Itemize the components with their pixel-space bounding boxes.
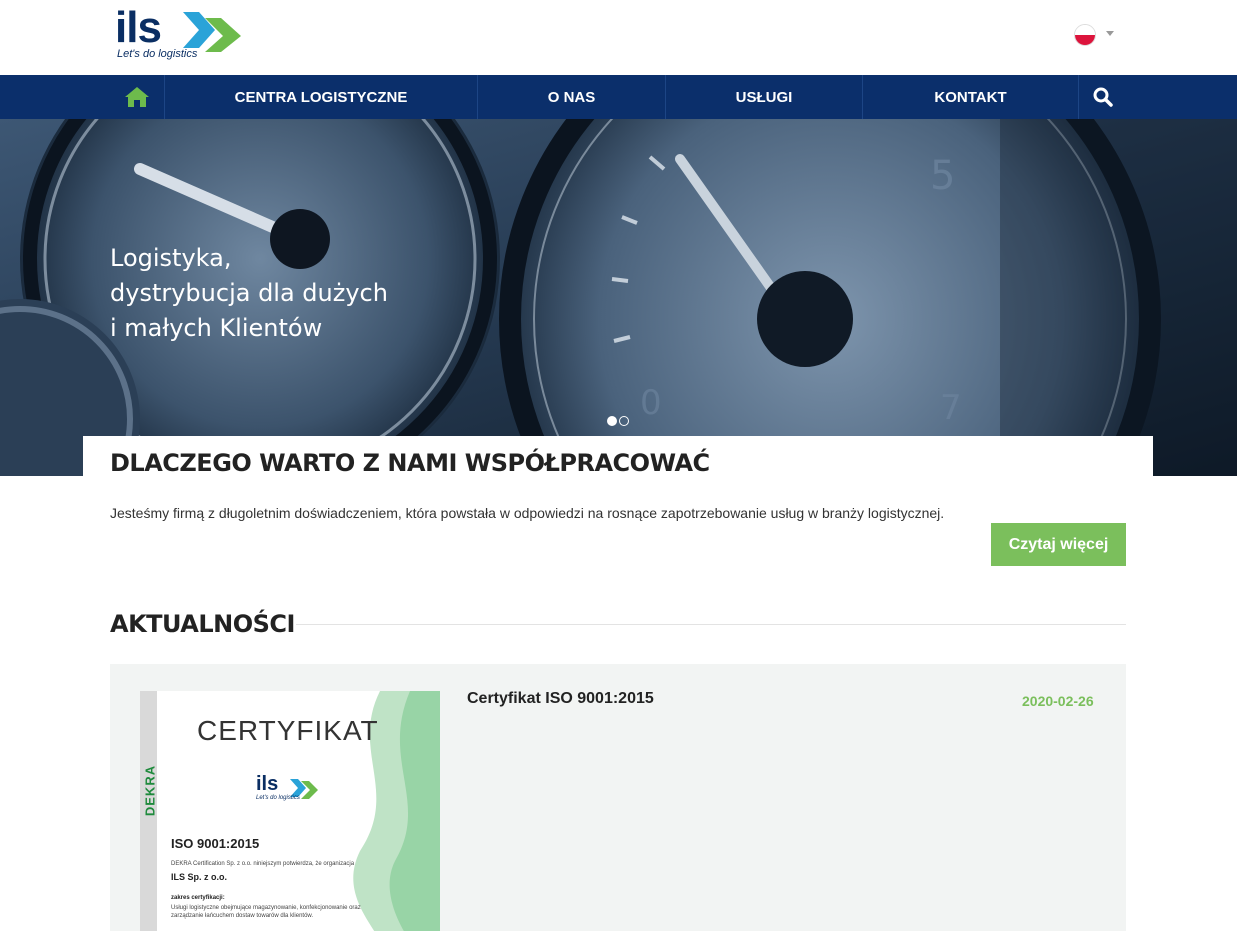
hero-line-2: dystrybucja dla dużych [110, 279, 388, 307]
nav-item-kontakt[interactable]: KONTAKT [862, 75, 1078, 119]
slider-dots [607, 416, 631, 426]
why-heading: DLACZEGO WARTO Z NAMI WSPÓŁPRACOWAĆ [110, 449, 710, 477]
nav-home[interactable] [110, 75, 164, 119]
news-item-title[interactable]: Certyfikat ISO 9001:2015 [467, 690, 654, 708]
cert-ils-logo: ils Let's do logistics [256, 773, 326, 807]
nav-item-uslugi[interactable]: USŁUGI [665, 75, 862, 119]
main-nav: CENTRA LOGISTYCZNE O NAS USŁUGI KONTAKT [0, 75, 1237, 119]
cert-scope-heading: zakres certyfikacji: [171, 895, 225, 901]
cert-heading: CERTYFIKAT [197, 715, 379, 746]
svg-text:0: 0 [640, 383, 662, 423]
svg-text:5: 5 [930, 153, 955, 199]
top-header: ils Let's do logistics [0, 0, 1237, 75]
logo-text: ils [115, 3, 162, 52]
search-button[interactable] [1078, 75, 1126, 119]
read-more-button[interactable]: Czytaj więcej [991, 523, 1126, 566]
hero-line-1: Logistyka, [110, 244, 232, 272]
news-item-date: 2020-02-26 [1022, 693, 1094, 709]
ils-logo[interactable]: ils Let's do logistics [115, 3, 250, 64]
svg-text:7: 7 [940, 388, 962, 428]
news-divider [296, 624, 1126, 625]
cert-confirmation: DEKRA Certification Sp. z o.o. niniejszy… [171, 861, 355, 867]
hero-headline: Logistyka, dystrybucja dla dużych i mały… [110, 241, 388, 346]
why-description: Jesteśmy firmą z długoletnim doświadczen… [110, 505, 945, 521]
cert-dekra-label: DEKRA [142, 764, 158, 817]
chevron-down-icon [1106, 31, 1114, 36]
cert-organization: ILS Sp. z o.o. [171, 872, 227, 882]
search-icon [1093, 87, 1113, 107]
logo-tagline: Let's do logistics [117, 48, 198, 60]
language-selector[interactable] [1072, 22, 1118, 48]
logo-arrows-icon [183, 12, 241, 52]
cert-scope: Usługi logistyczne obejmujące magazynowa… [171, 905, 361, 919]
slider-dot-1[interactable] [607, 416, 617, 426]
nav-item-o-nas[interactable]: O NAS [477, 75, 665, 119]
poland-flag-icon [1074, 24, 1096, 46]
hero-slider: 5 0 7 Logistyka, dystrybucja dla dużych … [0, 119, 1237, 476]
cert-logo-tagline: Let's do logistics [256, 795, 300, 801]
hero-line-3: i małych Klientów [110, 314, 323, 342]
slider-dot-2[interactable] [619, 416, 629, 426]
cert-logo-text: ils [256, 773, 279, 795]
news-thumbnail-certificate[interactable]: DEKRA CERTYFIKAT ils Let's do logistics … [140, 691, 440, 931]
cert-standard: ISO 9001:2015 [171, 836, 260, 851]
nav-item-centra-logistyczne[interactable]: CENTRA LOGISTYCZNE [164, 75, 477, 119]
news-section-title: AKTUALNOŚCI [110, 610, 295, 638]
home-icon [125, 87, 149, 107]
